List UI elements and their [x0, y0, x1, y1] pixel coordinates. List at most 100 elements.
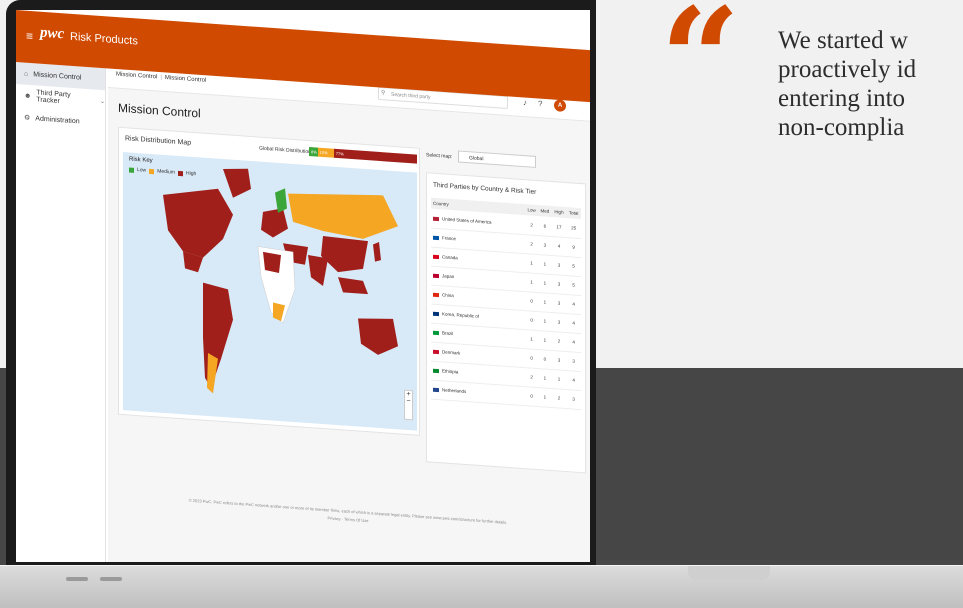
table-cell-high: 1: [551, 369, 567, 390]
risk-key-label: Medium: [157, 168, 175, 176]
table-cell-total: 4: [566, 332, 581, 353]
table-cell-high: 17: [551, 217, 567, 238]
southeast-asia-region[interactable]: [338, 277, 368, 295]
help-icon[interactable]: ?: [538, 99, 542, 108]
risk-segment-medium: 15%: [317, 147, 334, 158]
country-name: Netherlands: [442, 387, 467, 395]
table-cell-high: 2: [551, 388, 567, 409]
column-header[interactable]: Low: [525, 204, 539, 217]
table-cell-med: 6: [538, 216, 552, 237]
table-cell-total: 5: [566, 275, 581, 296]
table-cell-high: 3: [551, 312, 567, 333]
sidebar: ⌂ Mission Control ☻ Third Party Tracker …: [16, 62, 106, 562]
table-cell-low: 0: [525, 386, 539, 407]
table-cell-med: 1: [538, 387, 552, 408]
world-map[interactable]: Risk Key Low Medium High + −: [123, 152, 417, 431]
table-cell-total: 4: [566, 313, 581, 334]
table-cell-total: 3: [566, 351, 581, 372]
high-swatch: [177, 170, 183, 176]
country-name: Ethiopia: [442, 368, 459, 375]
flag-icon: [433, 254, 439, 259]
quote-line: non-complia: [778, 114, 905, 141]
table-cell-low: 2: [525, 367, 539, 388]
laptop-screen: ⌂ Mission Control ☻ Third Party Tracker …: [16, 10, 590, 562]
country-name: France: [442, 235, 457, 242]
table-cell-med: 1: [538, 368, 552, 389]
russia-region[interactable]: [288, 189, 398, 242]
table-cell-high: 3: [551, 274, 567, 295]
sidebar-item-label: Mission Control: [33, 70, 82, 82]
flag-icon: [433, 292, 439, 297]
table-cell-low: 1: [525, 253, 539, 274]
sidebar-item-label: Third Party Tracker: [36, 89, 71, 106]
users-icon: ☻: [24, 92, 32, 100]
table-cell-high: 4: [551, 236, 567, 257]
quote-mark: “: [660, 0, 740, 142]
country-name: Denmark: [442, 349, 461, 356]
menu-icon[interactable]: ≡: [26, 29, 33, 43]
table-cell-high: 3: [551, 255, 567, 276]
laptop-port: [66, 577, 88, 581]
europe-region[interactable]: [261, 207, 288, 239]
laptop-port: [100, 577, 122, 581]
flag-icon: [433, 349, 439, 354]
country-name: Brazil: [442, 330, 454, 337]
india-region[interactable]: [308, 254, 328, 287]
country-name: Canada: [442, 254, 458, 261]
australia-region[interactable]: [358, 316, 398, 356]
quote-line: proactively id: [778, 56, 917, 83]
north-africa-region[interactable]: [263, 251, 281, 273]
low-swatch: [129, 166, 134, 173]
gear-icon: ⚙: [24, 114, 31, 122]
table-cell-total: 4: [566, 294, 581, 315]
card-title: Third Parties by Country & Risk Tier: [433, 181, 537, 196]
sidebar-item-label: Administration: [35, 114, 80, 125]
select-map-dropdown[interactable]: Global: [458, 150, 536, 168]
country-name: Japan: [442, 273, 455, 280]
table-cell-med: 1: [538, 254, 552, 275]
north-america-region[interactable]: [163, 185, 233, 260]
table-cell-low: 0: [525, 291, 539, 312]
avatar[interactable]: A: [554, 99, 566, 113]
argentina-region[interactable]: [207, 352, 218, 394]
flag-icon: [433, 330, 439, 335]
risk-key-label: Low: [137, 167, 147, 174]
quote-line: entering into: [778, 85, 906, 112]
medium-swatch: [149, 168, 155, 174]
risk-map-card: Risk Distribution Map Global Risk Distri…: [118, 126, 420, 436]
quote-line: We started w: [778, 27, 908, 54]
table-cell-med: 0: [538, 349, 552, 370]
zoom-out-button[interactable]: −: [405, 398, 412, 405]
bell-icon[interactable]: ♪: [523, 98, 527, 107]
risk-distribution-bar: 8% 15% 77%: [309, 147, 417, 164]
table-cell-low: 2: [525, 234, 539, 255]
china-region[interactable]: [321, 236, 368, 274]
greenland-region[interactable]: [223, 167, 251, 199]
flag-icon: [433, 273, 439, 278]
table-cell-med: 3: [538, 235, 552, 256]
table-cell-high: 3: [551, 350, 567, 371]
table-cell-med: 1: [538, 273, 552, 294]
table-cell-low: 2: [525, 215, 539, 236]
country-name: Korea, Republic of: [442, 311, 480, 319]
table-cell-med: 1: [538, 311, 552, 332]
table-cell-low: 1: [525, 329, 539, 350]
flag-icon: [433, 216, 439, 221]
flag-icon: [433, 387, 439, 392]
app-title: Risk Products: [70, 30, 138, 48]
country-name: United States of America: [442, 216, 492, 225]
risk-segment-high: 77%: [333, 148, 417, 164]
japan-region[interactable]: [373, 241, 381, 263]
third-parties-table-card: Third Parties by Country & Risk Tier Cou…: [426, 172, 586, 474]
country-name: China: [442, 292, 454, 299]
breadcrumb-item[interactable]: Mission Control: [116, 72, 157, 81]
risk-distribution-label: Global Risk Distribution:: [259, 145, 313, 156]
breadcrumb-item: Mission Control: [164, 74, 207, 84]
world-map-svg: [163, 167, 398, 394]
risk-segment-low: 8%: [309, 147, 318, 157]
third-parties-table: Country Low Med High Total United States…: [431, 197, 581, 410]
breadcrumb-separator: |: [160, 74, 162, 81]
table-cell-low: 1: [525, 272, 539, 293]
table-cell-med: 1: [538, 330, 552, 351]
flag-icon: [433, 368, 439, 373]
